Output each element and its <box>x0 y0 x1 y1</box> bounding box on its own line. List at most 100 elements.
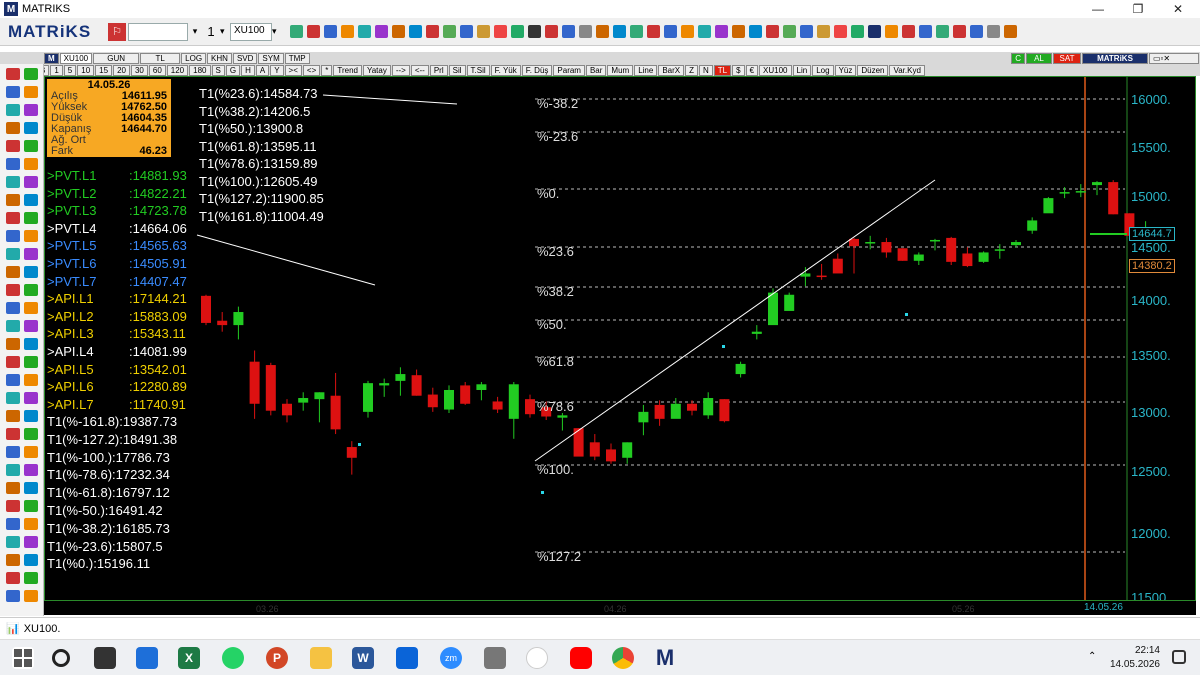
chart-tool-button[interactable]: Y <box>270 64 284 76</box>
drawing-tool-icon[interactable] <box>6 536 20 548</box>
toolbar-tool-icon[interactable] <box>902 25 915 38</box>
maximize-button[interactable]: ❐ <box>1118 0 1158 18</box>
toolbar-tool-icon[interactable] <box>664 25 677 38</box>
drawing-tool-icon[interactable] <box>6 392 20 404</box>
drawing-tool-icon[interactable] <box>24 572 38 584</box>
toolbar-tool-icon[interactable] <box>936 25 949 38</box>
explorer-app-icon[interactable] <box>136 647 158 669</box>
app-icon[interactable] <box>526 647 548 669</box>
toolbar-tool-icon[interactable] <box>511 25 524 38</box>
toolbar-tool-icon[interactable] <box>494 25 507 38</box>
toolbar-tool-icon[interactable] <box>715 25 728 38</box>
chart-tool-button[interactable]: Var.Kyd <box>889 64 925 76</box>
drawing-tool-icon[interactable] <box>24 356 38 368</box>
drawing-tool-icon[interactable] <box>24 536 38 548</box>
window-controls-mini[interactable]: ▭▫✕ <box>1149 52 1199 64</box>
drawing-tool-icon[interactable] <box>24 122 38 134</box>
toolbar-tool-icon[interactable] <box>290 25 303 38</box>
chart-tool-button[interactable]: F. Yük <box>490 64 521 76</box>
chart-tool-button[interactable]: Mum <box>607 64 634 76</box>
drawing-tool-icon[interactable] <box>6 428 20 440</box>
chart-tool-button[interactable]: Düzen <box>857 64 889 76</box>
drawing-tool-icon[interactable] <box>6 68 20 80</box>
drawing-tool-icon[interactable] <box>24 158 38 170</box>
drawing-tool-icon[interactable] <box>6 194 20 206</box>
drawing-tool-icon[interactable] <box>24 554 38 566</box>
drawing-tool-icon[interactable] <box>6 572 20 584</box>
drawing-tool-icon[interactable] <box>24 518 38 530</box>
sym-tab[interactable]: SYM <box>258 52 284 64</box>
drawing-tool-icon[interactable] <box>6 284 20 296</box>
drawing-tool-icon[interactable] <box>24 374 38 386</box>
chart-tool-button[interactable]: Param <box>553 64 585 76</box>
drawing-tool-icon[interactable] <box>6 500 20 512</box>
drawing-tool-icon[interactable] <box>6 140 20 152</box>
matriks-taskbar-icon[interactable]: M <box>654 647 676 669</box>
toolbar-tool-icon[interactable] <box>834 25 847 38</box>
drawing-tool-icon[interactable] <box>24 176 38 188</box>
toolbar-tool-icon[interactable] <box>885 25 898 38</box>
drawing-tool-icon[interactable] <box>24 266 38 278</box>
drawing-tool-icon[interactable] <box>6 554 20 566</box>
chart-tool-button[interactable]: Prl <box>429 64 448 76</box>
drawing-tool-icon[interactable] <box>24 500 38 512</box>
toolbar-tool-icon[interactable] <box>375 25 388 38</box>
chart-symbol-tab[interactable]: XU100 <box>59 52 93 64</box>
toolbar-tool-icon[interactable] <box>783 25 796 38</box>
excel-icon[interactable]: X <box>178 647 200 669</box>
symbol-dropdown-icon[interactable]: ▾ <box>272 26 284 37</box>
chart-tool-button[interactable]: * <box>321 64 333 76</box>
chart-tool-button[interactable]: TL <box>713 64 732 76</box>
chart-tool-button[interactable]: BarX <box>658 64 685 76</box>
drawing-tool-icon[interactable] <box>24 248 38 260</box>
toolbar-tool-icon[interactable] <box>545 25 558 38</box>
chart-tool-button[interactable]: Bar <box>585 64 607 76</box>
toolbar-tool-icon[interactable] <box>800 25 813 38</box>
chart-tool-button[interactable]: T.Sil <box>466 64 490 76</box>
chart-tool-button[interactable]: <-- <box>410 64 429 76</box>
drawing-tool-icon[interactable] <box>6 410 20 422</box>
chart-tool-button[interactable]: H <box>241 64 255 76</box>
toolbar-tool-icon[interactable] <box>970 25 983 38</box>
drawing-tool-icon[interactable] <box>6 302 20 314</box>
toolbar-tool-icon[interactable] <box>681 25 694 38</box>
toolbar-tool-icon[interactable] <box>851 25 864 38</box>
chart-tool-button[interactable]: G <box>225 64 241 76</box>
drawing-tool-icon[interactable] <box>6 122 20 134</box>
drawing-tool-icon[interactable] <box>24 428 38 440</box>
drawing-tool-icon[interactable] <box>24 464 38 476</box>
toolbar-tool-icon[interactable] <box>307 25 320 38</box>
powerpoint-icon[interactable]: P <box>266 647 288 669</box>
toolbar-tool-icon[interactable] <box>919 25 932 38</box>
toolbar-tool-icon[interactable] <box>443 25 456 38</box>
toolbar-tool-icon[interactable] <box>749 25 762 38</box>
count-input[interactable]: 1 <box>202 23 220 41</box>
chart-tool-button[interactable]: 120 <box>166 64 189 76</box>
toolbar-tool-icon[interactable] <box>341 25 354 38</box>
drawing-tool-icon[interactable] <box>24 446 38 458</box>
drawing-tool-icon[interactable] <box>6 86 20 98</box>
chart-tool-button[interactable]: Line <box>634 64 658 76</box>
toolbar-tool-icon[interactable] <box>477 25 490 38</box>
chart-tool-button[interactable]: S <box>211 64 225 76</box>
chart-tool-button[interactable]: $ <box>732 64 745 76</box>
tray-chevron-icon[interactable]: ⌃ <box>1088 651 1096 662</box>
count-dropdown-icon[interactable]: ▾ <box>220 26 230 37</box>
chart-tool-button[interactable]: Lin <box>792 64 812 76</box>
calculator-icon[interactable] <box>484 647 506 669</box>
toolbar-tool-icon[interactable] <box>868 25 881 38</box>
combo-input[interactable] <box>128 22 188 41</box>
chart-tool-button[interactable]: 5 <box>63 64 77 76</box>
drawing-tool-icon[interactable] <box>24 104 38 116</box>
drawing-tool-icon[interactable] <box>6 320 20 332</box>
symbol-input[interactable]: XU100 <box>230 22 272 41</box>
chart-tool-button[interactable]: --> <box>391 64 410 76</box>
toolbar-tool-icon[interactable] <box>358 25 371 38</box>
toolbar-tool-icon[interactable] <box>987 25 1000 38</box>
drawing-tool-icon[interactable] <box>6 248 20 260</box>
price-chart[interactable]: 14.05.26 Açılış 14611.95 Yüksek 14762.50 Düş… <box>44 76 1196 601</box>
sell-button[interactable]: SAT <box>1053 52 1081 64</box>
drawing-tool-icon[interactable] <box>6 338 20 350</box>
toolbar-tool-icon[interactable] <box>817 25 830 38</box>
period-tab[interactable]: GUN <box>93 52 140 64</box>
